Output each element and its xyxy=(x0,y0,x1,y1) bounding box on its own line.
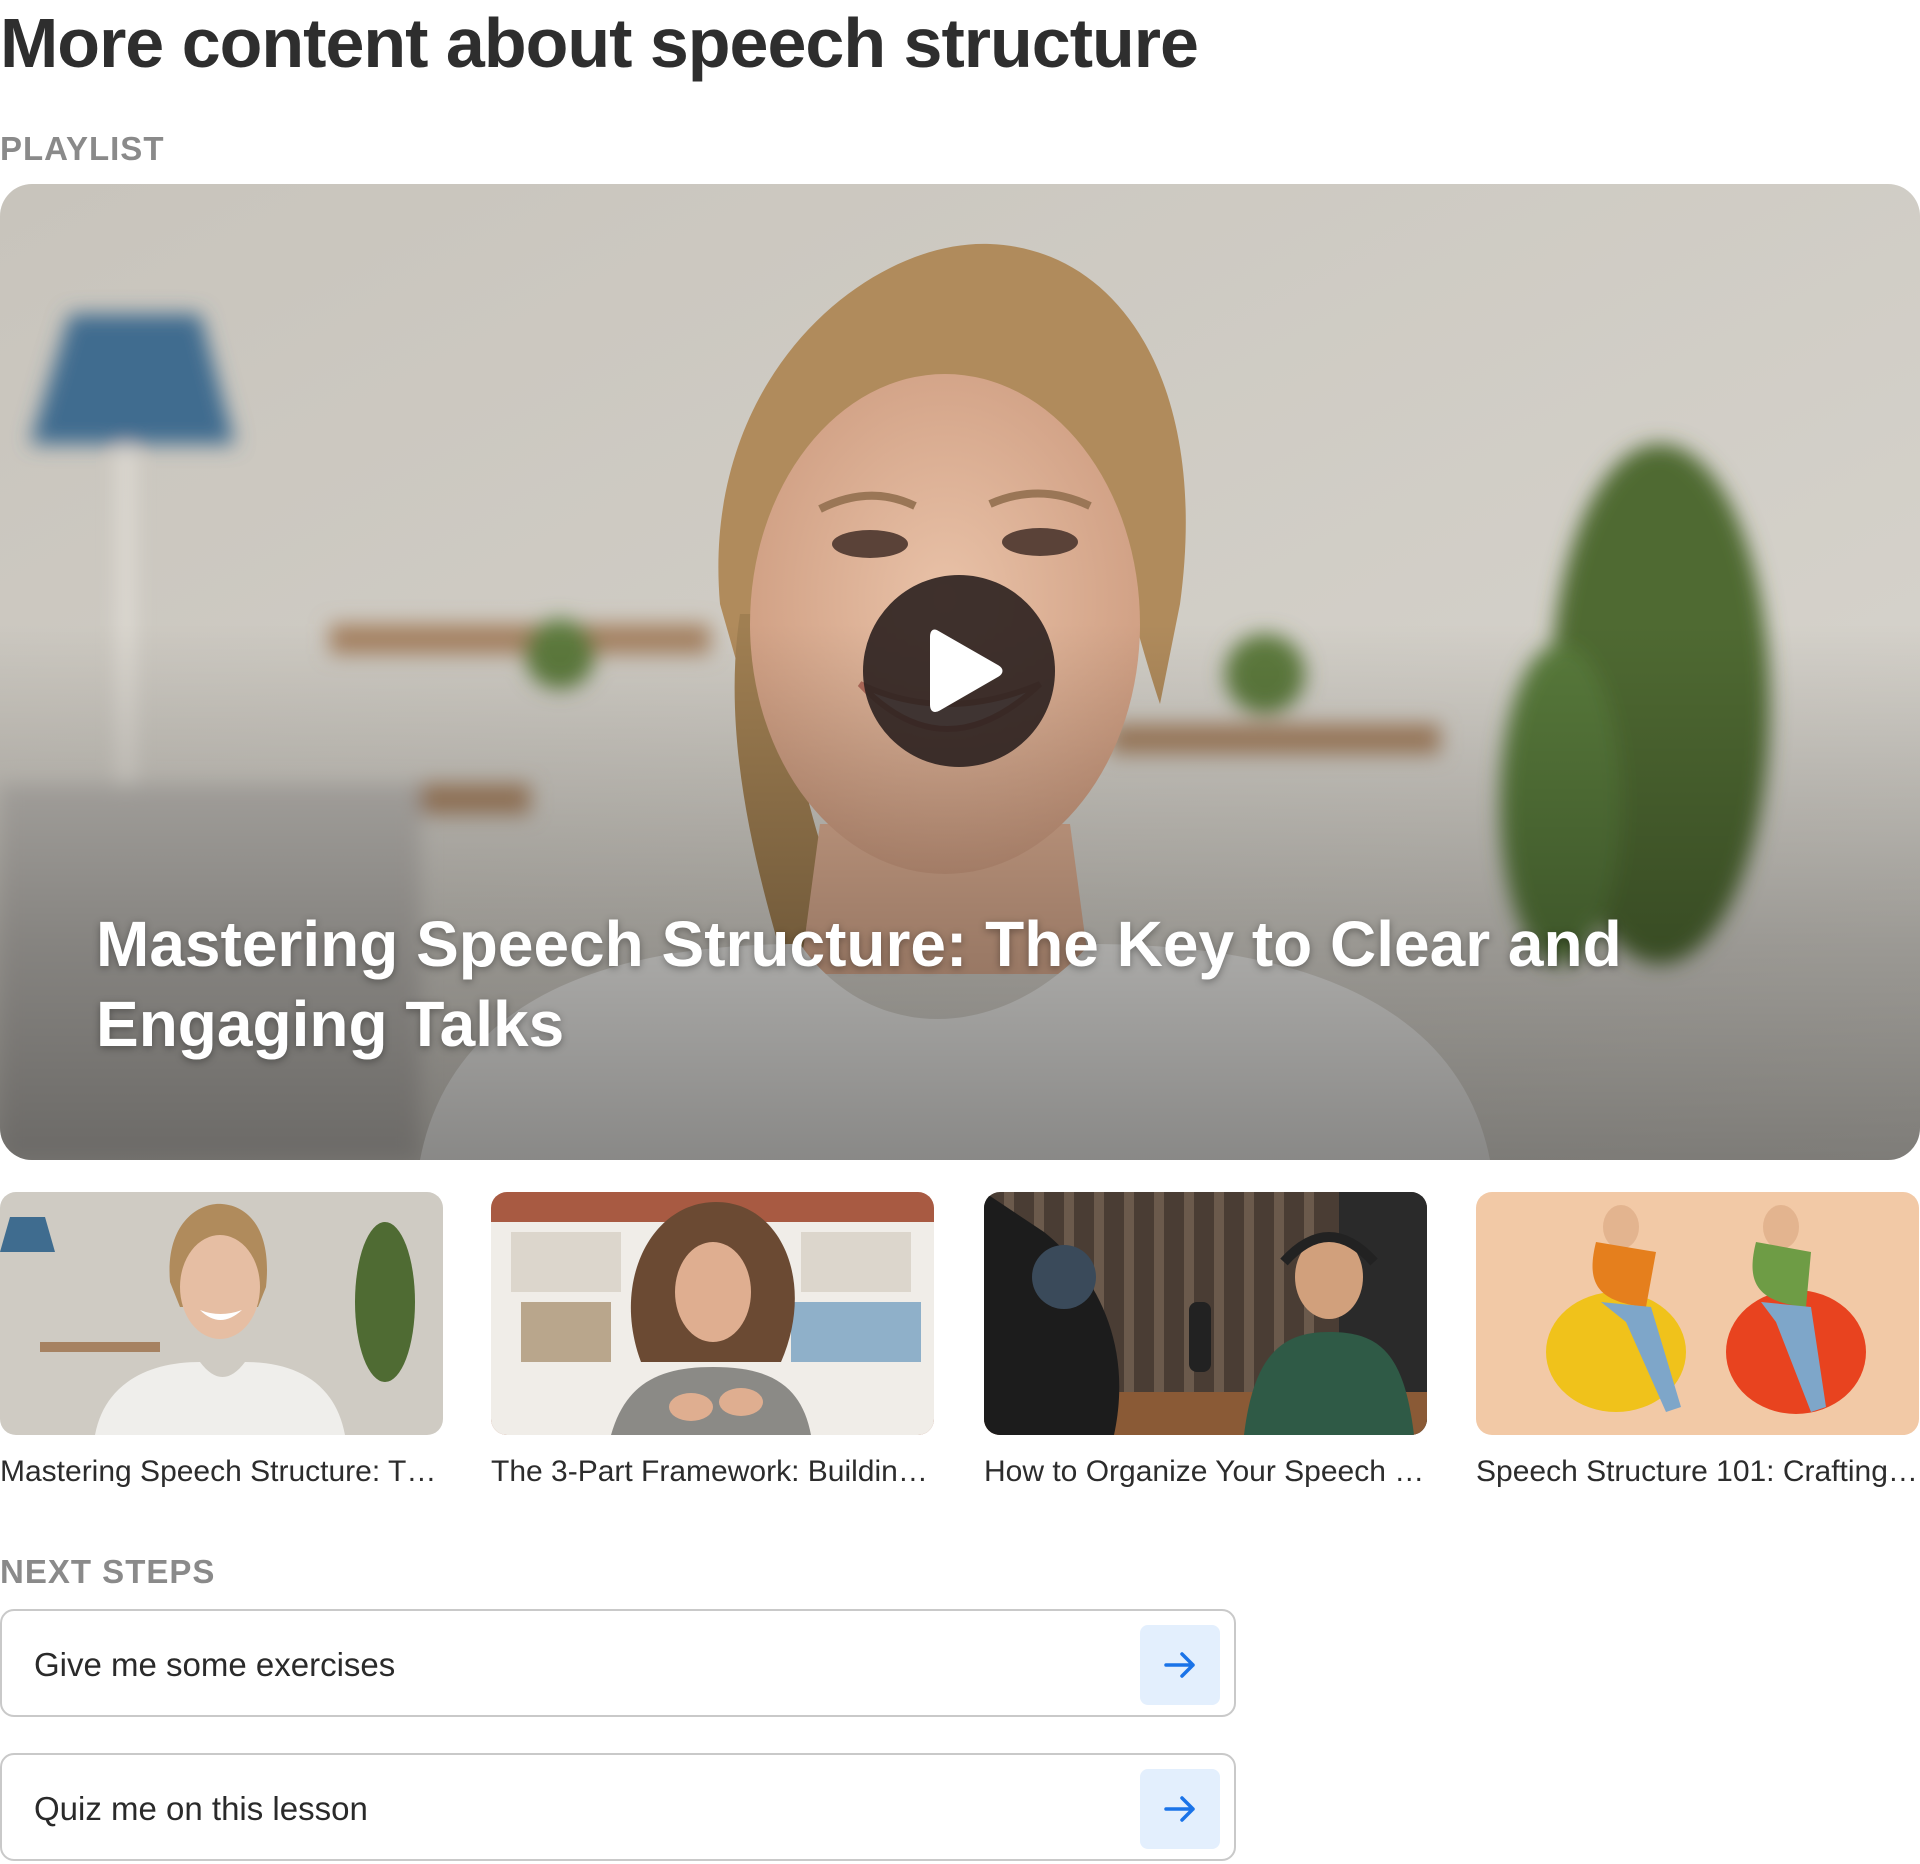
page-title: More content about speech structure xyxy=(0,4,1199,82)
playlist-thumbnails: Mastering Speech Structure: The Key to C… xyxy=(0,1192,1920,1492)
playlist-item[interactable]: Mastering Speech Structure: The Key to C… xyxy=(0,1192,443,1491)
playlist-item[interactable]: How to Organize Your Speech for Maximum … xyxy=(984,1192,1427,1491)
next-steps-label: NEXT STEPS xyxy=(0,1553,216,1590)
featured-video[interactable]: Mastering Speech Structure: The Key to C… xyxy=(0,184,1920,1160)
video-title: Speech Structure 101: Crafting Your Mess… xyxy=(1476,1455,1919,1488)
video-thumbnail xyxy=(491,1192,934,1435)
playlist-item[interactable]: The 3-Part Framework: Building a Strong … xyxy=(491,1192,934,1491)
video-title: The 3-Part Framework: Building a Strong … xyxy=(491,1455,934,1488)
playlist-label: PLAYLIST xyxy=(0,130,165,167)
play-button[interactable] xyxy=(863,575,1055,767)
next-step-label: Quiz me on this lesson xyxy=(34,1790,368,1827)
video-title: How to Organize Your Speech for Maximum … xyxy=(984,1455,1427,1488)
next-step-label: Give me some exercises xyxy=(34,1646,396,1683)
next-step-exercises[interactable]: Give me some exercises xyxy=(0,1609,1236,1717)
video-thumbnail xyxy=(984,1192,1427,1435)
video-thumbnail xyxy=(0,1192,443,1435)
featured-video-title: Mastering Speech Structure: The Key to C… xyxy=(96,908,1622,1060)
arrow-right-icon xyxy=(1164,1796,1195,1822)
next-step-go-button[interactable] xyxy=(1140,1769,1220,1849)
video-thumbnail xyxy=(1476,1192,1919,1435)
playlist-item[interactable]: Speech Structure 101: Crafting Your Mess… xyxy=(1476,1192,1919,1491)
video-title: Mastering Speech Structure: The Key to C… xyxy=(0,1455,443,1488)
next-step-go-button[interactable] xyxy=(1140,1625,1220,1705)
play-icon xyxy=(930,629,1003,712)
next-step-quiz[interactable]: Quiz me on this lesson xyxy=(0,1753,1236,1861)
arrow-right-icon xyxy=(1164,1652,1195,1678)
